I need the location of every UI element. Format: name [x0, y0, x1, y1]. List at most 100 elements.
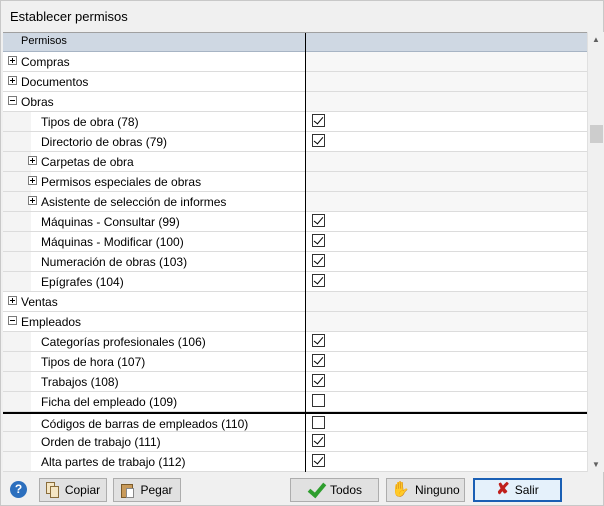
- permission-row[interactable]: Epígrafes (104): [3, 272, 587, 292]
- permission-row[interactable]: Obras: [3, 92, 587, 112]
- permission-value-cell[interactable]: [306, 332, 587, 351]
- permission-label: Tipos de hora (107): [41, 355, 146, 369]
- permission-value-cell[interactable]: [306, 252, 587, 271]
- permission-checkbox[interactable]: [312, 354, 325, 367]
- permission-label: Empleados: [21, 315, 82, 329]
- permission-label: Máquinas - Consultar (99): [41, 215, 180, 229]
- permission-row[interactable]: Empleados: [3, 312, 587, 332]
- permission-value-cell[interactable]: [306, 392, 587, 411]
- permission-label: Códigos de barras de empleados (110): [41, 417, 249, 431]
- permission-row[interactable]: Trabajos (108): [3, 372, 587, 392]
- permission-checkbox[interactable]: [312, 454, 325, 467]
- scroll-up-icon[interactable]: ▲: [592, 35, 600, 44]
- permission-label: Ficha del empleado (109): [41, 395, 178, 409]
- permission-value-cell: [306, 52, 587, 71]
- permission-checkbox[interactable]: [312, 214, 325, 227]
- collapse-icon[interactable]: [8, 316, 17, 325]
- indent-gutter: [3, 414, 31, 431]
- permission-row[interactable]: Máquinas - Consultar (99): [3, 212, 587, 232]
- indent-gutter: [3, 432, 31, 451]
- expand-icon[interactable]: [28, 176, 37, 185]
- permission-value-cell[interactable]: [306, 372, 587, 391]
- paste-icon: [121, 482, 135, 498]
- permission-row[interactable]: Directorio de obras (79): [3, 132, 587, 152]
- permission-label: Documentos: [21, 75, 89, 89]
- permission-label: Trabajos (108): [41, 375, 119, 389]
- indent-gutter: [3, 232, 31, 251]
- permission-checkbox[interactable]: [312, 274, 325, 287]
- permission-row[interactable]: Categorías profesionales (106): [3, 332, 587, 352]
- permissions-grid[interactable]: Permisos Compras Documentos Obras Tipos de …: [3, 32, 587, 472]
- permission-row[interactable]: Orden de trabajo (111): [3, 432, 587, 452]
- vertical-scrollbar[interactable]: ▲ ▼: [587, 32, 604, 472]
- indent-gutter: [3, 352, 31, 371]
- permission-label: Obras: [21, 95, 54, 109]
- permission-value-cell[interactable]: [306, 232, 587, 251]
- permission-row[interactable]: Códigos de barras de empleados (110): [3, 412, 587, 434]
- select-none-button[interactable]: ✋ Ninguno: [386, 478, 465, 502]
- permission-value-cell: [306, 92, 587, 111]
- paste-button[interactable]: Pegar: [113, 478, 181, 502]
- permission-row[interactable]: Tipos de obra (78): [3, 112, 587, 132]
- select-all-button[interactable]: Todos: [290, 478, 379, 502]
- permission-row[interactable]: Máquinas - Modificar (100): [3, 232, 587, 252]
- permission-row[interactable]: Ventas: [3, 292, 587, 312]
- permission-label: Máquinas - Modificar (100): [41, 235, 184, 249]
- permission-value-cell: [306, 72, 587, 91]
- permission-value-cell[interactable]: [306, 112, 587, 131]
- permission-label: Numeración de obras (103): [41, 255, 188, 269]
- permission-row[interactable]: Alta partes de trabajo (112): [3, 452, 587, 472]
- permission-value-cell[interactable]: [306, 212, 587, 231]
- copy-button[interactable]: Copiar: [39, 478, 107, 502]
- scroll-thumb[interactable]: [590, 125, 603, 143]
- grid-header-permisos[interactable]: Permisos: [21, 35, 67, 47]
- help-icon[interactable]: ?: [10, 481, 27, 498]
- expand-icon[interactable]: [8, 296, 17, 305]
- expand-icon[interactable]: [8, 56, 17, 65]
- permission-checkbox[interactable]: [312, 434, 325, 447]
- exit-button[interactable]: ✘ Salir: [473, 478, 562, 502]
- permission-checkbox[interactable]: [312, 134, 325, 147]
- scroll-down-icon[interactable]: ▼: [592, 460, 600, 469]
- permission-value-cell[interactable]: [306, 272, 587, 291]
- permission-checkbox[interactable]: [312, 234, 325, 247]
- expand-icon[interactable]: [8, 76, 17, 85]
- select-none-button-label: Ninguno: [414, 483, 460, 497]
- expand-icon[interactable]: [28, 196, 37, 205]
- permission-label: Epígrafes (104): [41, 275, 124, 289]
- permission-value-cell[interactable]: [306, 132, 587, 151]
- permission-checkbox[interactable]: [312, 254, 325, 267]
- indent-gutter: [3, 372, 31, 391]
- indent-gutter: [3, 112, 31, 131]
- indent-gutter: [3, 452, 31, 471]
- permission-row[interactable]: Permisos especiales de obras: [3, 172, 587, 192]
- permission-value-cell[interactable]: [306, 414, 587, 431]
- expand-icon[interactable]: [28, 156, 37, 165]
- grid-header: Permisos: [3, 33, 587, 52]
- permission-row[interactable]: Compras: [3, 52, 587, 72]
- permission-row[interactable]: Tipos de hora (107): [3, 352, 587, 372]
- permission-value-cell[interactable]: [306, 452, 587, 471]
- permission-label: Orden de trabajo (111): [41, 435, 161, 449]
- permission-row[interactable]: Documentos: [3, 72, 587, 92]
- permission-value-cell[interactable]: [306, 352, 587, 371]
- permission-row[interactable]: Asistente de selección de informes: [3, 192, 587, 212]
- permission-row[interactable]: Carpetas de obra: [3, 152, 587, 172]
- permission-checkbox[interactable]: [312, 394, 325, 407]
- collapse-icon[interactable]: [8, 96, 17, 105]
- permission-checkbox[interactable]: [312, 374, 325, 387]
- permission-checkbox[interactable]: [312, 416, 325, 429]
- paste-button-label: Pegar: [140, 483, 173, 497]
- permission-value-cell: [306, 152, 587, 171]
- indent-gutter: [3, 192, 31, 211]
- permission-value-cell: [306, 172, 587, 191]
- permission-label: Categorías profesionales (106): [41, 335, 206, 349]
- permission-label: Ventas: [21, 295, 58, 309]
- exit-button-label: Salir: [514, 483, 539, 497]
- permission-checkbox[interactable]: [312, 114, 325, 127]
- permission-checkbox[interactable]: [312, 334, 325, 347]
- permission-value-cell[interactable]: [306, 432, 587, 451]
- permission-row[interactable]: Numeración de obras (103): [3, 252, 587, 272]
- permission-row[interactable]: Ficha del empleado (109): [3, 392, 587, 412]
- permission-label: Tipos de obra (78): [41, 115, 139, 129]
